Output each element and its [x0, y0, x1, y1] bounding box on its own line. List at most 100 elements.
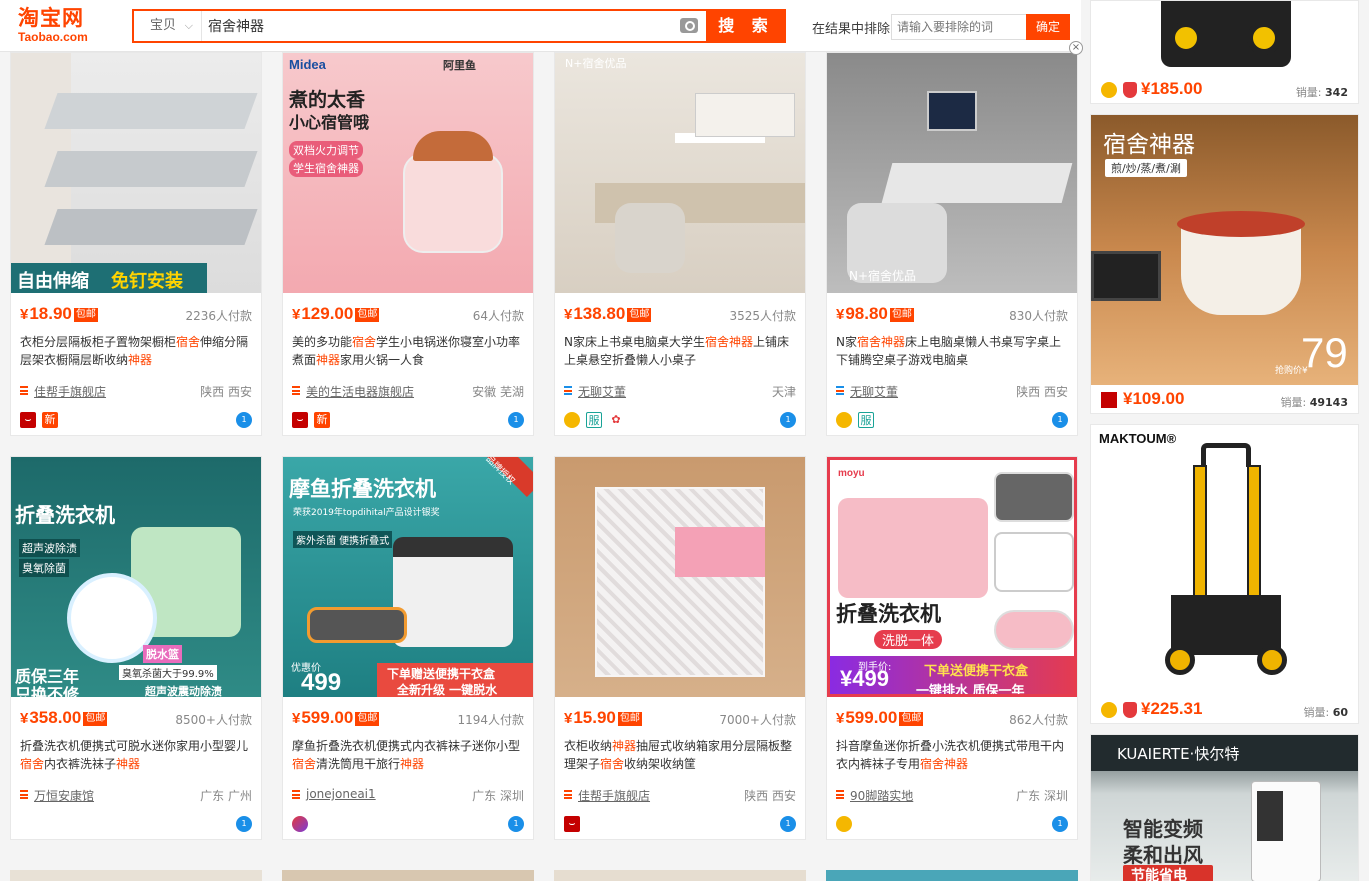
product-title[interactable]: 衣柜分层隔板柜子置物架橱柜宿舍伸缩分隔层架衣橱隔层断收纳神器 — [20, 333, 252, 381]
wangwang-chat-icon[interactable]: 1 — [780, 412, 796, 428]
service-icon[interactable]: 服 — [858, 412, 874, 428]
service-icon[interactable]: 服 — [586, 412, 602, 428]
wangwang-chat-icon[interactable]: 1 — [236, 412, 252, 428]
product-image[interactable] — [555, 457, 805, 697]
camera-icon[interactable] — [680, 18, 698, 33]
exclude-confirm-button[interactable]: 确定 — [1026, 14, 1070, 40]
product-title[interactable]: N家宿舍神器床上电脑桌懒人书桌写字桌上下铺腾空桌子游戏电脑桌 — [836, 333, 1068, 381]
product-title[interactable]: 美的多功能宿舍学生小电锅迷你寝室小功率煮面神器家用火锅一人食 — [292, 333, 524, 381]
product-title[interactable]: 衣柜收纳神器抽屉式收纳箱家用分层隔板整理架子宿舍收纳架收纳筐 — [564, 737, 796, 785]
product-title[interactable]: 抖音摩鱼迷你折叠小洗衣机便携式带甩干内衣内裤袜子专用宿舍神器 — [836, 737, 1068, 785]
sales-count: 830人付款 — [1009, 309, 1068, 323]
new-icon[interactable]: 新 — [42, 412, 58, 428]
gold-seller-icon[interactable] — [564, 412, 580, 428]
ad-image[interactable]: 宿舍神器 煎/炒/蒸/煮/涮 抢购价¥ 79 — [1091, 115, 1358, 385]
shop-link[interactable]: 90脚踏实地 — [850, 787, 913, 804]
product-price: ¥599.00 包邮 — [292, 708, 380, 727]
search-button[interactable]: 搜 索 — [706, 9, 786, 43]
product-price: ¥18.90 包邮 — [20, 304, 98, 323]
ad-card[interactable]: 宿舍神器 煎/炒/蒸/煮/涮 抢购价¥ 79 ¥109.00 销量: 49143 — [1090, 114, 1359, 414]
tmall-icon[interactable]: ⌣ — [564, 816, 580, 832]
image-caption: 下单赠送便携干衣盒 — [387, 667, 496, 681]
flower-icon[interactable]: ✿ — [608, 412, 624, 428]
ad-price: ¥185.00 — [1141, 79, 1203, 98]
wangwang-chat-icon[interactable]: 1 — [508, 816, 524, 832]
image-tag: 脱水篮 — [143, 645, 182, 663]
shop-icon — [20, 790, 28, 799]
shop-icon — [836, 386, 844, 395]
product-card-partial[interactable] — [826, 870, 1078, 881]
product-card[interactable]: 自由伸缩 免钉安装 ¥18.90 包邮 2236人付款 衣柜分层隔板柜子置物架橱柜… — [10, 52, 262, 436]
shop-link[interactable]: 佳帮手旗舰店 — [578, 787, 650, 804]
shop-link[interactable]: 美的生活电器旗舰店 — [306, 383, 414, 400]
seller-level-icon[interactable] — [292, 816, 308, 832]
product-title[interactable]: 摩鱼折叠洗衣机便携式内衣裤袜子迷你小型宿舍清洗筒甩干旅行神器 — [292, 737, 524, 785]
location: 陕西 西安 — [744, 789, 796, 803]
product-card[interactable]: N+宿舍优品 ¥98.80 包邮 830人付款 N家宿舍神器床上电脑桌懒人书桌写字… — [826, 52, 1078, 436]
product-card[interactable]: Midea 阿里鱼 煮的太香 小心宿管哦 双档火力调节 学生宿舍神器 ¥129.… — [282, 52, 534, 436]
product-card[interactable]: moyu 折叠洗衣机 洗脱一体 到手价: ¥499 下单送便携干衣盒 一键排水 … — [826, 456, 1078, 840]
wangwang-chat-icon[interactable]: 1 — [508, 412, 524, 428]
search-box: 宝贝 ⌵ 搜 索 — [132, 9, 786, 43]
product-image[interactable]: 折叠洗衣机 超声波除渍 臭氧除菌 脱水篮 质保三年 只换不修 臭氧杀菌大于99.… — [11, 457, 261, 697]
product-title[interactable]: N家床上书桌电脑桌大学生宿舍神器上铺床上桌悬空折叠懒人小桌子 — [564, 333, 796, 381]
gold-seller-icon[interactable] — [836, 816, 852, 832]
logo-text-en: Taobao.com — [18, 30, 88, 44]
ad-card[interactable]: MAKTOUM® ¥225.31 销量: 60 — [1090, 424, 1359, 724]
search-input[interactable] — [206, 11, 676, 41]
image-tag: 臭氧杀菌大于99.9% — [119, 665, 217, 680]
product-title[interactable]: 折叠洗衣机便携式可脱水迷你家用小型婴儿宿舍内衣裤洗袜子神器 — [20, 737, 252, 785]
image-tag: 洗脱一体 — [874, 630, 943, 649]
sales-count: 2236人付款 — [185, 309, 252, 323]
product-card[interactable]: 折叠洗衣机 超声波除渍 臭氧除菌 脱水篮 质保三年 只换不修 臭氧杀菌大于99.… — [10, 456, 262, 840]
taobao-logo[interactable]: 淘宝网 Taobao.com — [18, 6, 128, 48]
ad-image[interactable]: KUAIERTE·快尔特 智能变频 柔和出风 节能省电 — [1091, 735, 1358, 881]
top-bar: 淘宝网 Taobao.com 宝贝 ⌵ 搜 索 在结果中排除 确定 — [0, 0, 1081, 52]
ad-image-caption: 节能省电 — [1131, 868, 1187, 881]
product-image[interactable]: N+宿舍优品 — [827, 53, 1077, 293]
image-caption: 一键排水 质保一年 — [916, 684, 1025, 697]
exclude-input[interactable] — [891, 14, 1027, 40]
wangwang-chat-icon[interactable]: 1 — [236, 816, 252, 832]
shop-icon — [564, 790, 572, 799]
image-caption: 折叠洗衣机 — [15, 503, 115, 527]
wangwang-chat-icon[interactable]: 1 — [1052, 412, 1068, 428]
ad-card[interactable]: ¥185.00 销量: 342 — [1090, 0, 1359, 104]
new-icon[interactable]: 新 — [314, 412, 330, 428]
tmall-icon[interactable]: ⌣ — [292, 412, 308, 428]
shop-link[interactable]: jonejoneai1 — [306, 787, 376, 801]
tmall-icon[interactable]: ⌣ — [20, 412, 36, 428]
close-icon[interactable]: × — [1069, 41, 1083, 55]
product-image[interactable]: moyu 折叠洗衣机 洗脱一体 到手价: ¥499 下单送便携干衣盒 一键排水 … — [827, 457, 1077, 697]
ad-image[interactable] — [1091, 1, 1358, 73]
gold-seller-icon[interactable] — [836, 412, 852, 428]
shop-link[interactable]: 佳帮手旗舰店 — [34, 383, 106, 400]
product-image[interactable]: 自由伸缩 免钉安装 — [11, 53, 261, 293]
ad-image-caption: 柔和出风 — [1123, 843, 1203, 867]
product-card-partial[interactable] — [554, 870, 806, 881]
product-card[interactable]: 摩鱼折叠洗衣机 荣获2019年topdihital产品设计银奖 紫外杀菌 便携折… — [282, 456, 534, 840]
product-card[interactable]: N+宿舍优品 ¥138.80 包邮 3525人付款 N家床上书桌电脑桌大学生宿舍神… — [554, 52, 806, 436]
shop-link[interactable]: 无聊艾董 — [850, 383, 898, 400]
product-image[interactable]: Midea 阿里鱼 煮的太香 小心宿管哦 双档火力调节 学生宿舍神器 — [283, 53, 533, 293]
product-card-partial[interactable] — [10, 870, 262, 881]
product-price: ¥599.00 包邮 — [836, 708, 924, 727]
ad-sales: 销量: 49143 — [1280, 396, 1349, 409]
ad-card[interactable]: KUAIERTE·快尔特 智能变频 柔和出风 节能省电 — [1090, 734, 1359, 881]
product-image[interactable]: N+宿舍优品 — [555, 53, 805, 293]
search-category-select[interactable]: 宝贝 ⌵ — [134, 11, 202, 41]
wangwang-chat-icon[interactable]: 1 — [780, 816, 796, 832]
shop-link[interactable]: 无聊艾董 — [578, 383, 626, 400]
product-image[interactable]: 摩鱼折叠洗衣机 荣获2019年topdihital产品设计银奖 紫外杀菌 便携折… — [283, 457, 533, 697]
ad-brand: MAKTOUM® — [1099, 431, 1177, 446]
shop-link[interactable]: 万恒安康馆 — [34, 787, 94, 804]
product-card[interactable]: ¥15.90 包邮 7000+人付款 衣柜收纳神器抽屉式收纳箱家用分层隔板整理架子… — [554, 456, 806, 840]
ad-image[interactable]: MAKTOUM® — [1091, 425, 1358, 695]
product-card-partial[interactable] — [282, 870, 534, 881]
wangwang-chat-icon[interactable]: 1 — [1052, 816, 1068, 832]
free-shipping-badge: 包邮 — [627, 308, 652, 322]
location: 广东 深圳 — [1016, 789, 1068, 803]
image-tag: 荣获2019年topdihital产品设计银奖 — [293, 508, 440, 518]
ad-price: ¥109.00 — [1123, 389, 1185, 408]
image-tag: 超声波除渍 — [19, 539, 80, 557]
